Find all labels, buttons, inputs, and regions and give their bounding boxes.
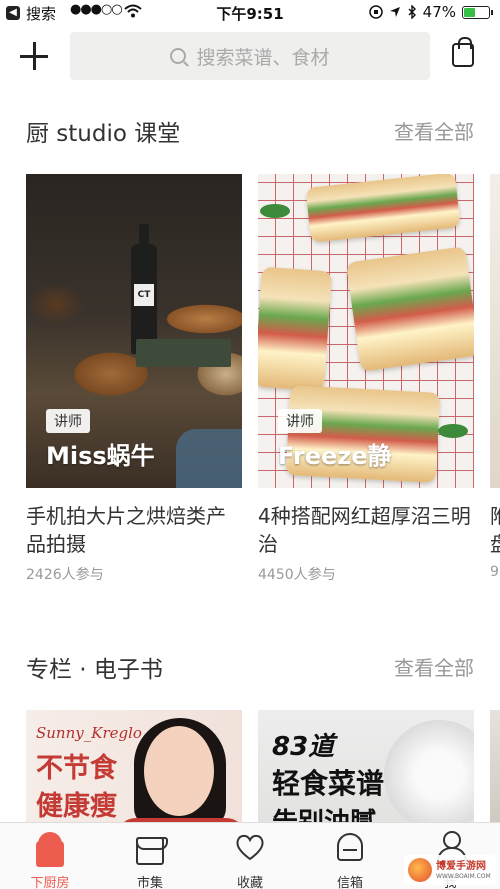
course-card[interactable]: CT 讲师 Miss蜗牛 手机拍大片之烘焙类产品拍摄 2426人参与 bbox=[26, 174, 242, 584]
course-title: 4种搭配网红超厚沼三明治 bbox=[258, 504, 471, 556]
tab-label: 信箱 bbox=[336, 876, 363, 889]
studio-section-header: 厨 studio 课堂 查看全部 bbox=[26, 114, 474, 150]
instructor-name: Freeze静 bbox=[278, 442, 392, 470]
ebook-author: Sunny_Kreglo bbox=[36, 724, 142, 742]
participant-count: 2426人参与 bbox=[26, 567, 104, 583]
instructor-badge: 讲师 bbox=[278, 409, 322, 433]
watermark: 博爱手游网 WWW.BOAIM.COM bbox=[404, 855, 496, 885]
section-title: 厨 studio 课堂 bbox=[26, 121, 181, 147]
course-card[interactable]: 讲师 Freeze静 4种搭配网红超厚沼三明治 4450人参与 bbox=[258, 174, 474, 584]
watermark-sub: WWW.BOAIM.COM bbox=[436, 872, 491, 880]
tab-market[interactable]: 市集 bbox=[100, 823, 200, 889]
watermark-logo-icon bbox=[408, 858, 432, 882]
ebook-card-partial[interactable] bbox=[490, 710, 500, 822]
battery-icon bbox=[462, 5, 493, 19]
bluetooth-icon bbox=[408, 5, 416, 19]
course-card-partial[interactable]: 附 盘 9 bbox=[490, 174, 500, 580]
bell-icon bbox=[337, 833, 363, 861]
ebook-cover-line: 不节食 bbox=[36, 753, 117, 784]
course-image: CT 讲师 Miss蜗牛 bbox=[26, 174, 242, 488]
participant-count: 4450人参与 bbox=[258, 567, 336, 583]
ebook-cover-line: 83道 bbox=[272, 732, 335, 762]
course-image: 讲师 Freeze静 bbox=[258, 174, 474, 488]
author-photo bbox=[144, 726, 214, 816]
column-section-header: 专栏 · 电子书 查看全部 bbox=[26, 650, 474, 686]
tab-label: 收藏 bbox=[236, 876, 263, 889]
ebook-cover: 83道 轻食菜谱 告别油腻 bbox=[258, 710, 474, 822]
shopping-bag-icon[interactable] bbox=[452, 37, 474, 67]
ebook-cover: Sunny_Kreglo 不节食 健康瘦 bbox=[26, 710, 242, 822]
top-bar: 搜索菜谱、食材 bbox=[0, 30, 500, 82]
store-icon bbox=[136, 837, 168, 865]
tab-inbox[interactable]: 信箱 bbox=[300, 823, 400, 889]
ebook-cover-line: 健康瘦 bbox=[36, 791, 117, 822]
tab-home[interactable]: 下厨房 bbox=[0, 823, 100, 889]
home-icon bbox=[36, 832, 64, 867]
view-all-link[interactable]: 查看全部 bbox=[394, 116, 474, 145]
tab-favorites[interactable]: 收藏 bbox=[200, 823, 300, 889]
status-bar: ◀ 搜索 ●●●○○ 下午9:51 47% bbox=[0, 0, 500, 26]
tab-label: 下厨房 bbox=[30, 876, 70, 889]
tab-label: 市集 bbox=[136, 876, 163, 889]
ebook-card[interactable]: Sunny_Kreglo 不节食 健康瘦 bbox=[26, 710, 242, 822]
battery-percent: 47% bbox=[422, 3, 456, 21]
watermark-text: 博爱手游网 bbox=[436, 860, 486, 872]
search-input[interactable]: 搜索菜谱、食材 bbox=[70, 32, 430, 80]
search-icon bbox=[170, 48, 187, 64]
location-icon bbox=[389, 7, 400, 17]
ebook-card[interactable]: 83道 轻食菜谱 告别油腻 bbox=[258, 710, 474, 822]
ebook-cover-line: 告别油腻 bbox=[272, 802, 376, 822]
rotation-lock-icon bbox=[368, 5, 383, 19]
instructor-name: Miss蜗牛 bbox=[46, 442, 155, 470]
search-placeholder: 搜索菜谱、食材 bbox=[196, 46, 330, 69]
ebook-cover-line: 轻食菜谱 bbox=[272, 767, 385, 800]
add-icon[interactable] bbox=[20, 42, 48, 70]
bottle-illustration: CT bbox=[131, 224, 157, 354]
view-all-link[interactable]: 查看全部 bbox=[394, 652, 474, 681]
heart-icon bbox=[236, 834, 264, 861]
section-title: 专栏 · 电子书 bbox=[26, 657, 163, 683]
course-title: 手机拍大片之烘焙类产品拍摄 bbox=[26, 504, 226, 556]
instructor-badge: 讲师 bbox=[46, 409, 90, 433]
